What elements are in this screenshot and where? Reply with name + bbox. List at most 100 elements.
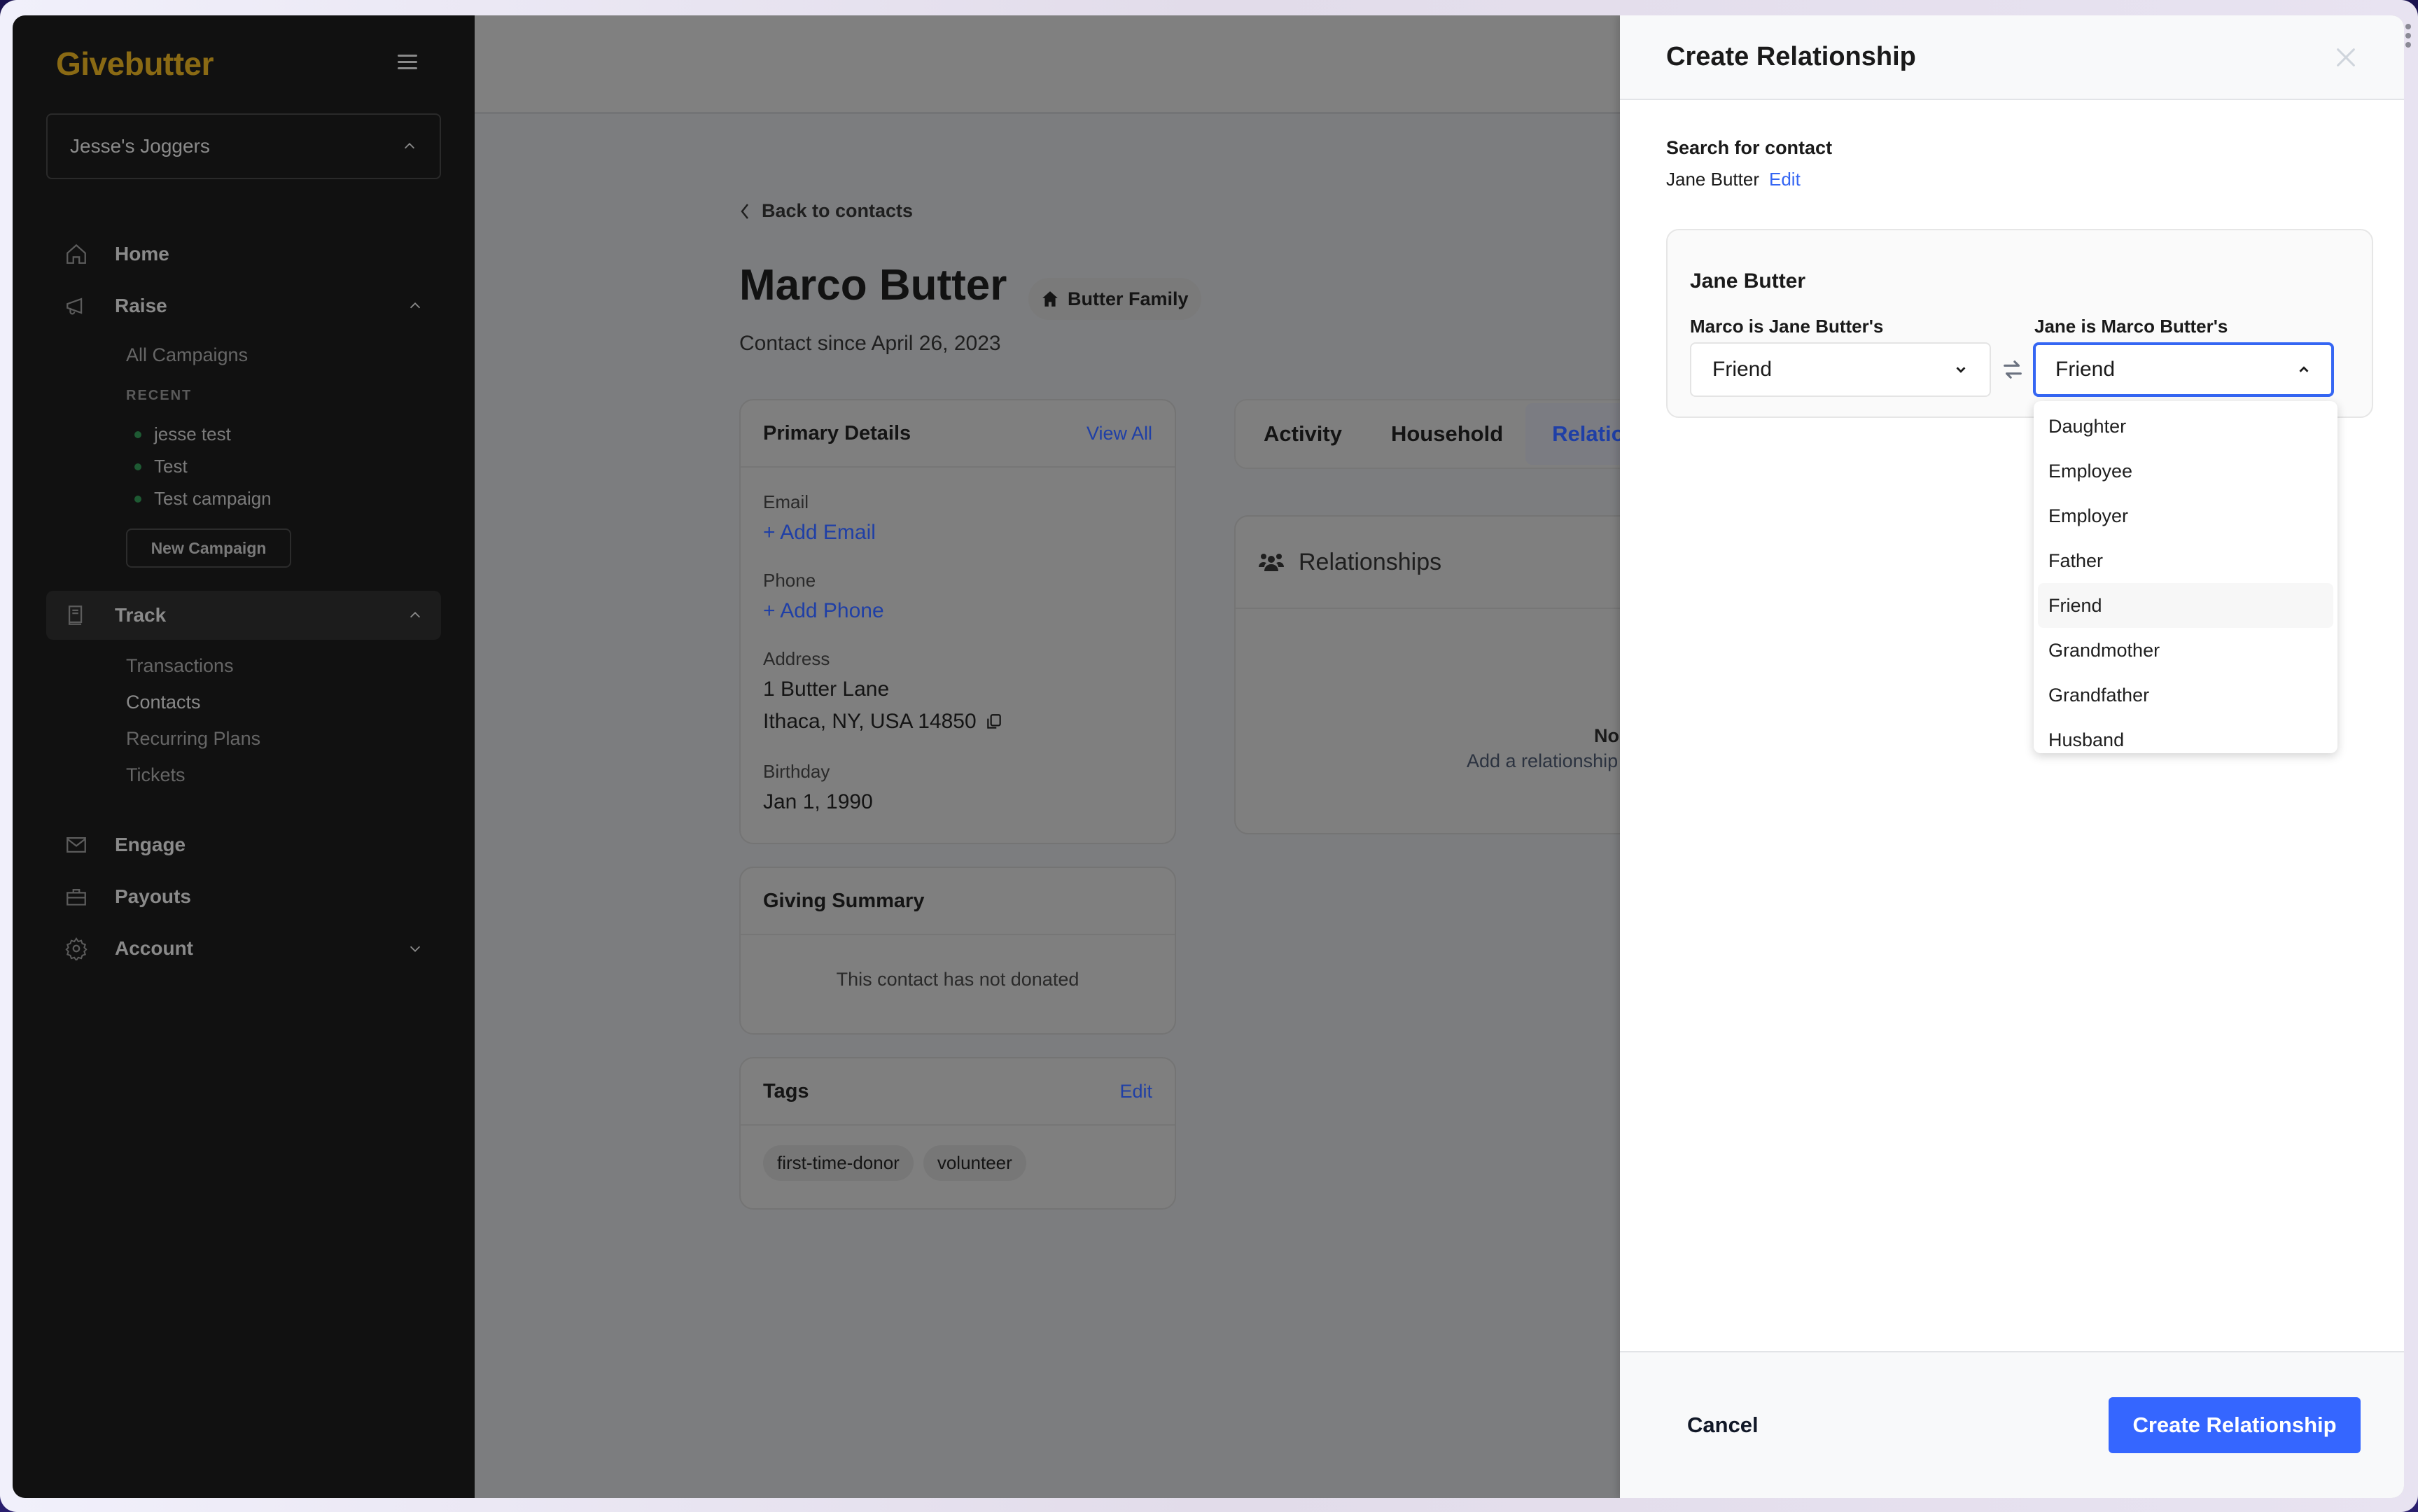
chevron-down-icon [1956, 367, 1966, 373]
address-label: Address [763, 648, 830, 669]
relation-options-list: Daughter Employee Employer Father Friend… [2034, 401, 2337, 753]
related-contact-name: Jane Butter [1690, 270, 1806, 293]
recent-campaign-label: jesse test [154, 424, 231, 444]
swap-icon[interactable] [2001, 358, 2025, 382]
mail-icon [67, 836, 86, 853]
add-email-link[interactable]: + Add Email [763, 521, 876, 545]
select-value: Friend [2055, 358, 2116, 381]
sidebar: Givebutter Jesse's Joggers Home Raise Al… [13, 15, 475, 1498]
option-item[interactable]: Daughter [2038, 404, 2333, 449]
modal-footer: Cancel Create Relationship [1620, 1351, 2404, 1498]
tags-card: Tags Edit first-time-donor volunteer [739, 1057, 1176, 1210]
sidebar-subitem-contacts[interactable]: Contacts [126, 692, 201, 713]
sidebar-item-home[interactable]: Home [46, 230, 441, 279]
recent-campaign[interactable]: Test campaign [134, 488, 272, 510]
giving-summary-card: Giving Summary This contact has not dona… [739, 867, 1176, 1035]
primary-details-card: Primary Details View All Email + Add Ema… [739, 399, 1176, 844]
home-icon [67, 244, 86, 264]
left-relation-label: Marco is Jane Butter's [1690, 316, 1884, 337]
chevron-up-icon [2299, 366, 2309, 372]
brand-logo[interactable]: Givebutter [56, 45, 214, 83]
sidebar-subitem-transactions[interactable]: Transactions [126, 655, 234, 677]
recent-campaign[interactable]: Test [134, 456, 188, 477]
tag: first-time-donor [763, 1145, 914, 1181]
card-title: Primary Details [763, 421, 911, 444]
view-all-link[interactable]: View All [1086, 423, 1152, 444]
relationship-card: Jane Butter Marco is Jane Butter's Jane … [1666, 229, 2373, 418]
sidebar-item-label: Engage [115, 834, 186, 855]
option-item[interactable]: Husband [2038, 718, 2333, 753]
megaphone-icon [67, 298, 83, 315]
modal-title: Create Relationship [1666, 42, 1916, 71]
recent-campaign-label: Test campaign [154, 488, 272, 509]
search-contact-label: Search for contact [1666, 137, 1833, 158]
sidebar-item-engage[interactable]: Engage [46, 820, 441, 869]
new-campaign-button[interactable]: New Campaign [126, 528, 291, 568]
address-line1: 1 Butter Lane [763, 678, 890, 701]
edit-contact-link[interactable]: Edit [1769, 169, 1801, 190]
back-to-contacts-link[interactable]: Back to contacts [739, 200, 913, 222]
back-label: Back to contacts [762, 200, 914, 221]
address-line2-row: Ithaca, NY, USA 14850 [763, 710, 1003, 734]
contact-page: Back to contacts Marco Butter Butter Fam… [475, 15, 1742, 1498]
menu-icon[interactable] [398, 55, 417, 70]
house-icon [1042, 291, 1058, 307]
add-phone-link[interactable]: + Add Phone [763, 599, 884, 623]
option-item[interactable]: Father [2038, 538, 2333, 583]
chevron-up-icon [404, 143, 415, 149]
chevron-left-icon [741, 203, 748, 219]
cancel-button[interactable]: Cancel [1687, 1413, 1759, 1438]
card-title: Relationships [1299, 548, 1442, 575]
birthday-label: Birthday [763, 761, 830, 782]
sidebar-item-label: Account [115, 937, 193, 959]
selected-contact-name: Jane Butter [1666, 169, 1759, 190]
option-item[interactable]: Employee [2038, 449, 2333, 493]
option-item-highlighted[interactable]: Friend [2038, 583, 2333, 628]
top-bar [475, 15, 1634, 114]
sidebar-item-payouts[interactable]: Payouts [46, 872, 441, 921]
chevron-up-icon [410, 612, 421, 618]
sidebar-item-account[interactable]: Account [46, 924, 441, 973]
sidebar-subitem-tickets[interactable]: Tickets [126, 764, 186, 786]
relationships-empty-subtitle: Add a relationship to [1467, 750, 1640, 771]
copy-icon[interactable] [985, 713, 1003, 731]
household-name: Butter Family [1068, 288, 1189, 309]
giving-empty-text: This contact has not donated [836, 969, 1079, 990]
organization-name: Jesse's Joggers [70, 135, 210, 157]
option-item[interactable]: Grandfather [2038, 673, 2333, 718]
card-title: Tags [763, 1079, 809, 1102]
sidebar-item-track[interactable]: Track [46, 591, 441, 640]
tab-household[interactable]: Household [1391, 421, 1503, 447]
chevron-down-icon [410, 946, 421, 952]
option-item[interactable]: Grandmother [2038, 628, 2333, 673]
book-icon [68, 606, 83, 625]
sidebar-item-raise[interactable]: Raise [46, 281, 441, 330]
recent-campaign[interactable]: jesse test [134, 424, 231, 445]
household-badge[interactable]: Butter Family [1028, 278, 1201, 320]
contact-name: Marco Butter [739, 261, 1007, 309]
right-relation-label: Jane is Marco Butter's [2034, 316, 2228, 337]
edit-tags-link[interactable]: Edit [1119, 1081, 1152, 1102]
window-menu-handle[interactable] [2405, 24, 2412, 51]
tab-activity[interactable]: Activity [1264, 421, 1342, 447]
briefcase-icon [67, 888, 86, 906]
close-icon[interactable] [2334, 46, 2358, 69]
recent-heading: RECENT [126, 388, 193, 403]
app-window: Givebutter Jesse's Joggers Home Raise Al… [13, 15, 2404, 1498]
recent-campaign-label: Test [154, 456, 188, 477]
left-relation-select[interactable]: Friend [1690, 342, 1991, 397]
organization-selector[interactable]: Jesse's Joggers [46, 113, 441, 179]
gear-icon [65, 937, 88, 960]
status-dot [134, 463, 141, 470]
users-icon [1259, 554, 1284, 571]
create-relationship-panel: Create Relationship Search for contact J… [1620, 15, 2404, 1498]
selected-contact: Jane Butter Edit [1666, 169, 1801, 190]
sidebar-subitem-all-campaigns[interactable]: All Campaigns [126, 344, 248, 366]
right-relation-select[interactable]: Friend [2033, 342, 2334, 397]
sidebar-subitem-recurring-plans[interactable]: Recurring Plans [126, 728, 260, 750]
phone-label: Phone [763, 570, 816, 591]
status-dot [134, 495, 141, 503]
create-relationship-button[interactable]: Create Relationship [2109, 1397, 2361, 1453]
select-value: Friend [1712, 358, 1773, 381]
option-item[interactable]: Employer [2038, 493, 2333, 538]
